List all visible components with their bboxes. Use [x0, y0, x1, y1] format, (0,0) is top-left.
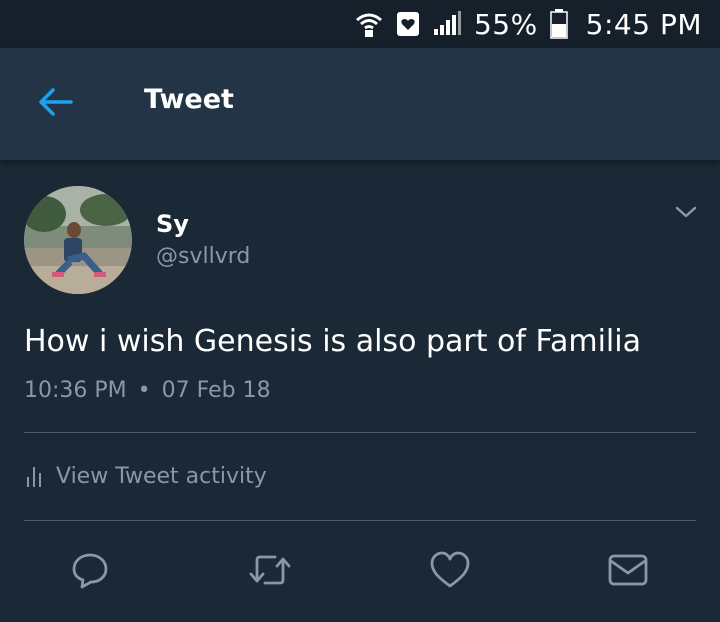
view-tweet-activity-link[interactable]: View Tweet activity: [26, 464, 267, 489]
tweet-date: 07 Feb 18: [161, 378, 271, 403]
retweet-button[interactable]: [248, 550, 292, 594]
battery-icon: [549, 9, 568, 39]
activity-bars-icon: [26, 466, 42, 487]
timestamp-separator: •: [137, 378, 151, 403]
direct-message-button[interactable]: [606, 550, 650, 594]
author-handle[interactable]: @svllvrd: [156, 244, 250, 269]
tweet-time: 10:36 PM: [24, 378, 127, 403]
signal-icon: [432, 11, 462, 37]
notification-icon: [396, 11, 420, 37]
page-title: Tweet: [144, 84, 234, 115]
reply-button[interactable]: [68, 550, 112, 594]
envelope-icon: [607, 552, 649, 592]
activity-label: View Tweet activity: [56, 464, 267, 489]
avatar[interactable]: [24, 186, 132, 294]
chevron-down-icon: [674, 204, 698, 224]
tweet-actions: [0, 546, 720, 596]
divider: [24, 432, 696, 433]
tweet-text: How i wish Genesis is also part of Famil…: [24, 324, 641, 359]
status-time: 5:45 PM: [585, 7, 702, 41]
wifi-icon: [354, 10, 384, 38]
status-bar: 55% 5:45 PM: [0, 0, 720, 48]
retweet-icon: [247, 550, 293, 594]
battery-percent: 55%: [473, 7, 538, 41]
tweet-options-button[interactable]: [670, 200, 702, 228]
author-name[interactable]: Sy: [156, 210, 189, 238]
divider: [24, 520, 696, 521]
tweet-timestamp: 10:36 PM • 07 Feb 18: [24, 378, 271, 403]
back-button[interactable]: [30, 82, 80, 126]
reply-icon: [70, 550, 110, 594]
back-arrow-icon: [35, 86, 75, 122]
app-bar: Tweet: [0, 48, 720, 160]
heart-icon: [429, 550, 471, 594]
like-button[interactable]: [428, 550, 472, 594]
tweet-detail: Sy @svllvrd How i wish Genesis is also p…: [0, 160, 720, 622]
